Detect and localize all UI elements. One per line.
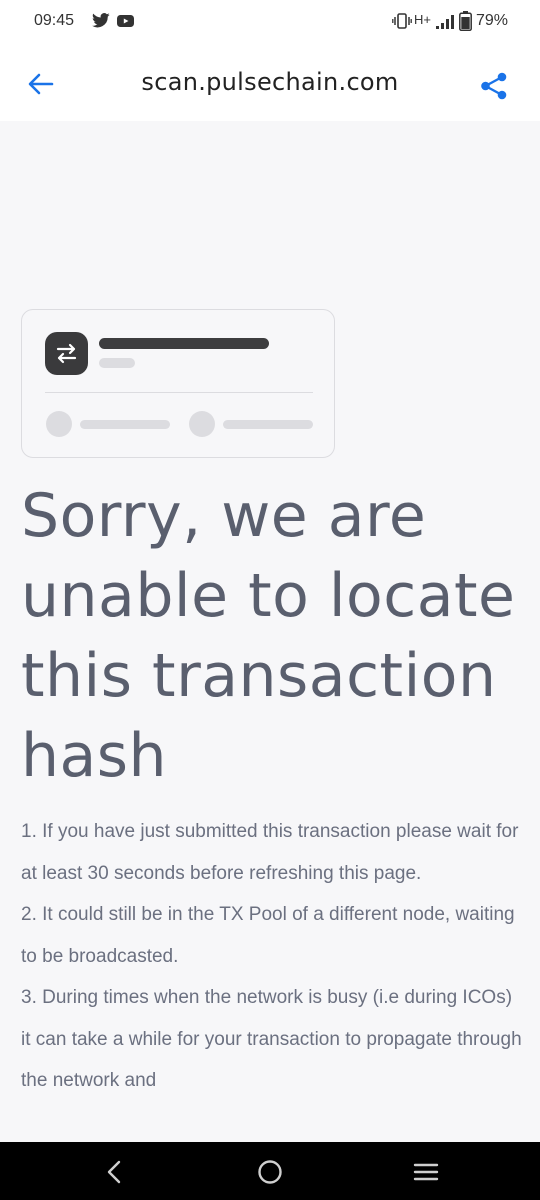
nav-recents-icon[interactable] [413, 1162, 439, 1186]
url-title: scan.pulsechain.com [141, 68, 399, 96]
vibrate-icon [392, 13, 412, 33]
browser-toolbar: scan.pulsechain.com [0, 44, 540, 121]
youtube-icon [117, 13, 134, 32]
placeholder-divider [45, 392, 313, 393]
system-navigation-bar [0, 1142, 540, 1200]
share-icon[interactable] [480, 72, 508, 104]
error-heading: Sorry, we are unable to locate this tran… [21, 481, 516, 791]
explanation-item: 2. It could still be in the TX Pool of a… [21, 904, 515, 967]
twitter-icon [92, 13, 110, 32]
explanation-item: 1. If you have just submitted this trans… [21, 821, 519, 884]
status-bar: 09:45 H+ 79% [0, 0, 540, 44]
transaction-placeholder-card [21, 309, 335, 458]
placeholder-subtitle-bar [99, 358, 135, 368]
battery-icon [459, 11, 472, 35]
signal-icon [436, 14, 454, 33]
placeholder-avatar [189, 411, 215, 437]
network-type-label: H+ [414, 12, 431, 27]
placeholder-line [223, 420, 313, 429]
placeholder-title-bar [99, 338, 269, 349]
nav-home-icon[interactable] [257, 1159, 283, 1189]
transaction-badge [45, 332, 88, 375]
page-content: Sorry, we are unable to locate this tran… [0, 121, 540, 1142]
nav-back-icon[interactable] [104, 1160, 124, 1188]
back-arrow-icon[interactable] [28, 72, 54, 100]
placeholder-line [80, 420, 170, 429]
placeholder-avatar [46, 411, 72, 437]
status-time: 09:45 [34, 12, 75, 29]
error-explanation-list: 1. If you have just submitted this trans… [21, 811, 526, 1102]
battery-percentage: 79% [476, 12, 509, 29]
explanation-item: 3. During times when the network is busy… [21, 987, 522, 1091]
